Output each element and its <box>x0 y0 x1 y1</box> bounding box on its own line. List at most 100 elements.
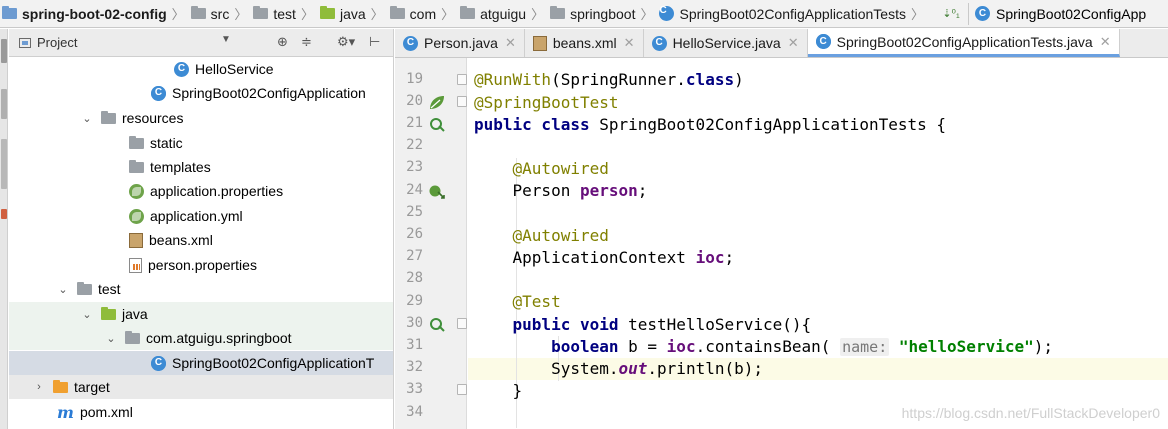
breadcrumb-item-src[interactable]: src <box>187 0 233 27</box>
code-editor[interactable]: @RunWith(SpringRunner.class) @SpringBoot… <box>468 58 1168 429</box>
tab-springboot02configapplicationtests-java[interactable]: C SpringBoot02ConfigApplicationTests.jav… <box>807 29 1120 57</box>
tree-item-helloservice[interactable]: C HelloService <box>9 57 393 81</box>
close-icon[interactable]: ✕ <box>788 35 799 51</box>
close-icon[interactable]: ✕ <box>505 35 516 51</box>
fold-marker-icon[interactable] <box>457 96 467 107</box>
tree-item-label: java <box>122 306 148 322</box>
breadcrumb-item-java[interactable]: java <box>316 0 369 27</box>
editor-gutter: 19 20 21 22 23 24 25 26 27 28 29 30 31 3… <box>395 58 467 429</box>
project-panel-header: Project ▼ ⊕ ≑ ⚙▾ ⊢ <box>9 29 393 57</box>
tree-item-pom-xml[interactable]: m pom.xml <box>9 400 393 424</box>
run-configuration-selector[interactable]: C SpringBoot02ConfigApp <box>967 2 1146 25</box>
tree-item-templates[interactable]: templates <box>9 155 393 179</box>
breadcrumb-item-springboot[interactable]: springboot <box>546 0 638 27</box>
spring-boot-class-icon: C <box>151 85 166 101</box>
parameter-name-hint: name: <box>840 338 890 356</box>
code-line-29: @Test <box>512 292 561 311</box>
project-tool-button[interactable] <box>1 39 7 63</box>
spring-yml-icon <box>129 208 144 224</box>
gear-icon[interactable]: ⚙▾ <box>337 34 355 50</box>
package-icon <box>125 330 140 344</box>
watermark: https://blog.csdn.net/FullStackDeveloper… <box>901 405 1160 421</box>
breadcrumb-label: test <box>273 5 296 22</box>
chevron-down-icon[interactable]: ⌄ <box>81 112 93 125</box>
tool-window-button[interactable] <box>1 89 7 119</box>
tab-label: beans.xml <box>552 35 617 51</box>
test-source-folder-icon <box>101 306 116 320</box>
tree-item-person-properties[interactable]: person.properties <box>9 253 393 277</box>
tab-person-java[interactable]: C Person.java ✕ <box>395 29 525 57</box>
code-line-20: @SpringBootTest <box>474 93 619 112</box>
line-number: 21 <box>406 115 423 131</box>
breadcrumb-item-atguigu[interactable]: atguigu <box>456 0 529 27</box>
chevron-right-icon: 〉 <box>370 7 384 22</box>
module-folder-icon <box>2 6 17 19</box>
line-number: 29 <box>406 293 423 309</box>
tree-item-label: HelloService <box>195 61 274 77</box>
folder-icon <box>190 6 206 19</box>
tree-item-application-yml[interactable]: application.yml <box>9 204 393 228</box>
dropdown-arrow-icon[interactable]: ▼ <box>221 34 231 45</box>
tab-helloservice-java[interactable]: C HelloService.java ✕ <box>644 29 808 57</box>
tree-item-static[interactable]: static <box>9 131 393 155</box>
code-line-26: @Autowired <box>512 226 609 245</box>
tree-item-beans-xml[interactable]: beans.xml <box>9 228 393 252</box>
line-number: 20 <box>406 93 423 109</box>
collapse-all-icon[interactable]: ≑ <box>301 34 312 50</box>
tree-item-label: templates <box>150 159 211 175</box>
breadcrumb-item-class[interactable]: C SpringBoot02ConfigApplicationTests <box>655 0 908 27</box>
spring-boot-class-icon: C <box>151 355 166 371</box>
hide-panel-icon[interactable]: ⊢ <box>369 34 380 50</box>
code-line-19: @RunWith(SpringRunner.class) <box>474 70 744 89</box>
fold-marker-icon[interactable] <box>457 74 467 85</box>
tree-item-label: person.properties <box>148 257 257 273</box>
tree-item-test[interactable]: ⌄ test <box>9 277 393 301</box>
tree-item-label: SpringBoot02ConfigApplicationT <box>172 355 375 371</box>
chevron-right-icon[interactable]: › <box>33 381 45 393</box>
tree-item-resources[interactable]: ⌄ resources <box>9 106 393 130</box>
spring-bean-icon[interactable] <box>428 94 446 112</box>
breadcrumb-item-project[interactable]: spring-boot-02-config <box>0 0 170 27</box>
code-line-31: boolean b = ioc.containsBean( name: "hel… <box>551 337 1053 356</box>
run-test-icon[interactable] <box>428 116 446 134</box>
scroll-from-source-icon[interactable]: ⊕ <box>277 34 288 50</box>
chevron-down-icon[interactable]: ⌄ <box>57 283 69 296</box>
run-test-icon[interactable] <box>428 316 446 334</box>
editor-tab-bar: C Person.java ✕ beans.xml ✕ C HelloServi… <box>395 29 1168 58</box>
tab-beans-xml[interactable]: beans.xml ✕ <box>525 29 644 57</box>
spring-properties-icon <box>129 183 144 199</box>
package-icon <box>389 6 405 19</box>
tree-item-package[interactable]: ⌄ com.atguigu.springboot <box>9 326 393 350</box>
close-icon[interactable]: ✕ <box>624 35 635 51</box>
chevron-down-icon[interactable]: ⌄ <box>81 308 93 321</box>
folder-icon <box>77 281 92 295</box>
chevron-right-icon: 〉 <box>441 7 455 22</box>
package-icon <box>460 6 476 19</box>
close-icon[interactable]: ✕ <box>1100 34 1111 50</box>
breadcrumb-label: src <box>210 5 230 22</box>
tree-item-application-properties[interactable]: application.properties <box>9 179 393 203</box>
breadcrumb-label: com <box>409 5 437 22</box>
folder-icon <box>253 6 269 19</box>
breadcrumb-label: spring-boot-02-config <box>22 5 167 22</box>
breadcrumb-item-com[interactable]: com <box>386 0 439 27</box>
tree-item-java[interactable]: ⌄ java <box>9 302 393 326</box>
project-view-selector[interactable]: Project <box>19 35 77 50</box>
sort-icon[interactable]: ⇣⁰₁ <box>940 3 962 25</box>
maven-icon: m <box>57 402 74 422</box>
tab-label: Person.java <box>424 35 498 51</box>
fold-marker-icon[interactable] <box>457 318 467 329</box>
code-line-27: ApplicationContext ioc; <box>474 248 735 267</box>
breadcrumb-item-test[interactable]: test <box>249 0 299 27</box>
chevron-right-icon: 〉 <box>531 7 545 22</box>
fold-marker-icon[interactable] <box>457 384 467 395</box>
structure-tool-button[interactable] <box>1 139 7 189</box>
chevron-down-icon[interactable]: ⌄ <box>105 332 117 345</box>
test-source-folder-icon <box>319 6 335 19</box>
folder-icon <box>129 159 144 173</box>
tree-item-target[interactable]: › target <box>9 375 393 399</box>
favorites-tool-button[interactable] <box>1 209 7 219</box>
tree-item-test-class[interactable]: C SpringBoot02ConfigApplicationT <box>9 351 393 375</box>
tree-item-springboot02configapplication[interactable]: C SpringBoot02ConfigApplication <box>9 81 393 105</box>
autowired-navigation-icon[interactable] <box>428 183 446 201</box>
